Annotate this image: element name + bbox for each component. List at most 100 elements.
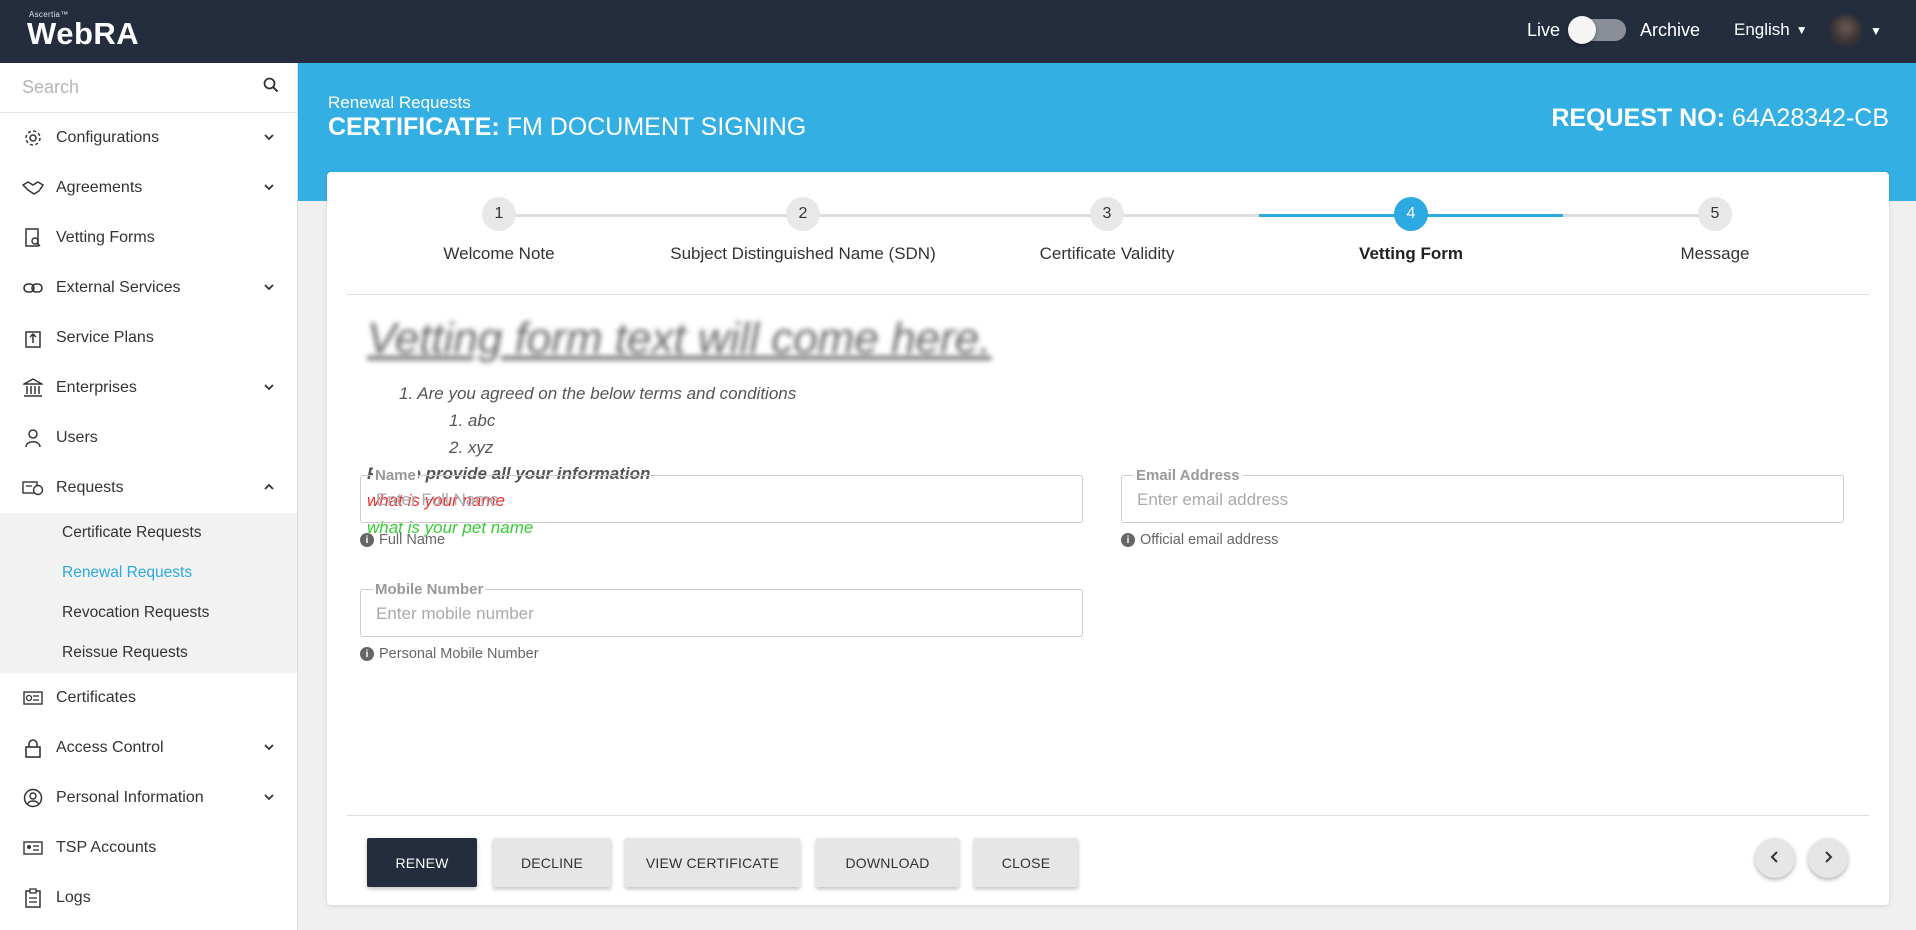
sidebar-subitem-revocation-requests[interactable]: Revocation Requests [0,593,297,633]
sidebar-item-vetting-forms[interactable]: Vetting Forms [0,213,297,263]
link-icon [22,277,44,299]
email-field: Email Address i Official email address [1121,467,1844,548]
archive-label: Archive [1640,19,1701,40]
clipboard-icon [22,887,44,909]
email-field-box: Email Address [1121,467,1844,523]
sidebar-item-label: Certificates [56,689,137,706]
sidebar-item-tsp-accounts[interactable]: TSP Accounts [0,823,297,873]
field-hint: i Full Name [360,532,1083,548]
sidebar-item-personal-information[interactable]: Personal Information [0,773,297,823]
step-4[interactable]: 4 Vetting Form [1259,197,1563,264]
step-1[interactable]: 1 Welcome Note [347,197,651,264]
vetting-heading: Vetting form text will come here. [367,314,992,363]
sidebar-item-requests[interactable]: Requests [0,463,297,513]
decline-button[interactable]: DECLINE [493,838,611,887]
wizard-card: 1 Welcome Note 2 Subject Distinguished N… [327,172,1889,905]
view-certificate-button[interactable]: VIEW CERTIFICATE [625,838,800,887]
app-logo[interactable]: Ascertia™ WebRA [27,10,139,49]
live-archive-switch: Live Archive [1527,16,1701,44]
sidebar-item-service-plans[interactable]: Service Plans [0,313,297,363]
list-item: 1. Are you agreed on the below terms and… [399,384,797,403]
chevron-down-icon [263,280,275,298]
chevron-left-icon [1769,850,1781,867]
name-field-box: Name [360,467,1083,523]
name-input[interactable] [376,490,1056,510]
step-label: Certificate Validity [1039,244,1175,263]
chevron-up-icon [263,480,275,498]
sidebar-item-label: Access Control [56,739,164,756]
step-connector [499,214,651,217]
name-field: Name i Full Name [360,467,1083,548]
sidebar-item-users[interactable]: Users [0,413,297,463]
chevron-down-icon [263,130,275,148]
top-bar: Ascertia™ WebRA Live Archive English ▼ ▼ [0,0,1916,63]
step-label: Welcome Note [443,244,555,263]
step-5[interactable]: 5 Message [1563,197,1867,264]
sidebar-item-configurations[interactable]: Configurations [0,113,297,163]
list-item: 2. xyz [449,438,494,457]
sidebar: Configurations Agreements Vetting Forms … [0,63,298,930]
info-icon: i [360,647,374,661]
user-menu[interactable]: ▼ [1830,15,1882,47]
step-number: 5 [1698,197,1732,231]
sidebar-item-access-control[interactable]: Access Control [0,723,297,773]
sidebar-subitem-renewal-requests[interactable]: Renewal Requests [0,553,297,593]
sidebar-item-label: Configurations [56,129,160,146]
field-label: Mobile Number [373,581,486,598]
request-prefix: REQUEST NO: [1551,104,1725,132]
caret-down-icon: ▼ [1870,24,1882,38]
sidebar-item-certificates[interactable]: Certificates [0,673,297,723]
title-prefix: CERTIFICATE: [328,113,500,141]
chevron-down-icon [263,180,275,198]
list-item-text: Are you agreed on the below terms and co… [417,384,797,403]
field-hint: i Official email address [1121,532,1844,548]
language-selector[interactable]: English ▼ [1734,20,1808,40]
next-step-button[interactable] [1808,838,1848,878]
step-3[interactable]: 3 Certificate Validity [955,197,1259,264]
sidebar-item-agreements[interactable]: Agreements [0,163,297,213]
breadcrumb[interactable]: Renewal Requests [328,93,471,113]
previous-step-button[interactable] [1755,838,1795,878]
id-card-icon [22,837,44,859]
hint-text: Full Name [379,532,446,548]
brand-name: WebRA [27,16,140,51]
list-item-text: abc [467,411,496,430]
user-circle-icon [22,787,44,809]
chevron-down-icon [263,790,275,808]
step-number: 4 [1394,197,1428,231]
download-button[interactable]: DOWNLOAD [816,838,959,887]
sidebar-item-label: Agreements [56,179,143,196]
sidebar-item-label: External Services [56,279,181,296]
info-icon: i [1121,533,1135,547]
sidebar-item-label: Personal Information [56,789,204,806]
lock-icon [22,737,44,759]
user-icon [22,427,44,449]
field-hint: i Personal Mobile Number [360,646,1083,662]
vetting-terms-list: 1. Are you agreed on the below terms and… [367,384,796,465]
certificate-icon [22,687,44,709]
sidebar-item-label: Users [56,429,98,446]
sidebar-search [0,63,297,113]
email-input[interactable] [1137,490,1817,510]
step-2[interactable]: 2 Subject Distinguished Name (SDN) [651,197,955,264]
search-input[interactable] [22,77,242,98]
sidebar-subitem-certificate-requests[interactable]: Certificate Requests [0,513,297,553]
sidebar-item-label: TSP Accounts [56,839,157,856]
sidebar-item-enterprises[interactable]: Enterprises [0,363,297,413]
close-button[interactable]: CLOSE [974,838,1078,887]
mobile-input[interactable] [376,604,1056,624]
live-archive-toggle[interactable] [1568,16,1627,44]
sidebar-item-label: Service Plans [56,329,154,346]
gear-icon [22,127,44,149]
search-icon[interactable] [263,77,279,98]
handshake-icon [22,177,44,199]
sidebar-item-external-services[interactable]: External Services [0,263,297,313]
step-number: 1 [482,197,516,231]
step-number: 2 [786,197,820,231]
renew-button[interactable]: RENEW [367,838,477,887]
sidebar-subitem-reissue-requests[interactable]: Reissue Requests [0,633,297,673]
step-label: Message [1680,244,1750,263]
sidebar-item-logs[interactable]: Logs [0,873,297,923]
toggle-knob [1568,16,1597,44]
mobile-field-box: Mobile Number [360,581,1083,637]
